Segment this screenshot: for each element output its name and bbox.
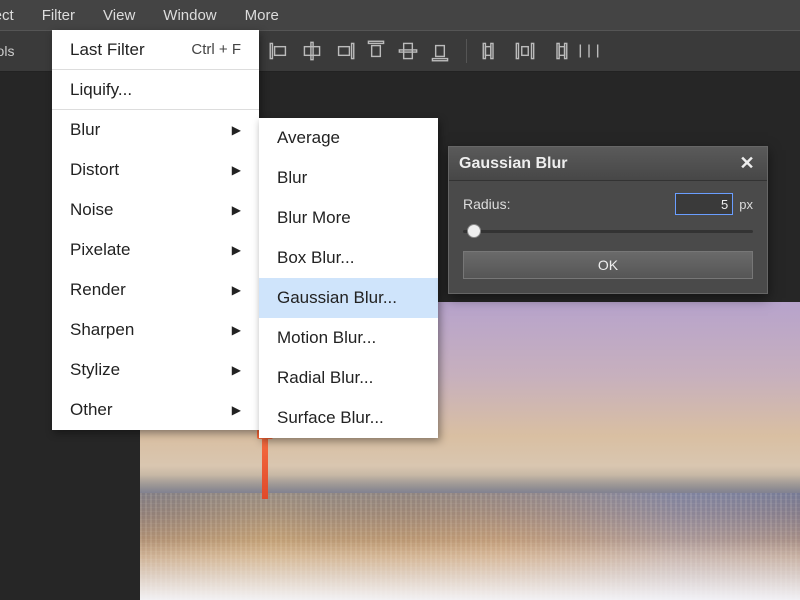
distribute-left-icon[interactable] bbox=[480, 38, 506, 64]
dialog-body: Radius: px OK bbox=[449, 181, 767, 293]
slider-thumb[interactable] bbox=[467, 224, 481, 238]
submenu-label: Blur More bbox=[277, 208, 351, 228]
align-center-h-icon[interactable] bbox=[299, 38, 325, 64]
menu-liquify[interactable]: Liquify... bbox=[52, 70, 259, 110]
menu-noise[interactable]: Noise ▶ bbox=[52, 190, 259, 230]
dialog-title: Gaussian Blur bbox=[459, 155, 567, 173]
menu-more[interactable]: More bbox=[231, 0, 293, 30]
menu-noise-label: Noise bbox=[70, 200, 113, 220]
toolbar-label: trols bbox=[0, 43, 34, 59]
menu-sharpen[interactable]: Sharpen ▶ bbox=[52, 310, 259, 350]
radius-input[interactable] bbox=[675, 193, 733, 215]
menu-other-label: Other bbox=[70, 400, 113, 420]
menu-pixelate[interactable]: Pixelate ▶ bbox=[52, 230, 259, 270]
menu-stylize-label: Stylize bbox=[70, 360, 120, 380]
submenu-blur[interactable]: Blur bbox=[259, 158, 438, 198]
menu-distort[interactable]: Distort ▶ bbox=[52, 150, 259, 190]
submenu-gaussian-blur[interactable]: Gaussian Blur... bbox=[259, 278, 438, 318]
chevron-right-icon: ▶ bbox=[232, 163, 241, 177]
submenu-label: Blur bbox=[277, 168, 307, 188]
menu-last-filter-shortcut: Ctrl + F bbox=[191, 41, 241, 58]
filter-menu: Last Filter Ctrl + F Liquify... Blur ▶ D… bbox=[52, 30, 259, 430]
submenu-radial-blur[interactable]: Radial Blur... bbox=[259, 358, 438, 398]
submenu-label: Box Blur... bbox=[277, 248, 354, 268]
chevron-right-icon: ▶ bbox=[232, 363, 241, 377]
radius-slider[interactable] bbox=[463, 221, 753, 241]
menu-filter[interactable]: Filter bbox=[28, 0, 89, 30]
chevron-right-icon: ▶ bbox=[232, 123, 241, 137]
menu-blur-label: Blur bbox=[70, 120, 100, 140]
submenu-motion-blur[interactable]: Motion Blur... bbox=[259, 318, 438, 358]
menu-stylize[interactable]: Stylize ▶ bbox=[52, 350, 259, 390]
menu-render[interactable]: Render ▶ bbox=[52, 270, 259, 310]
distribute-center-icon[interactable] bbox=[512, 38, 538, 64]
align-middle-v-icon[interactable] bbox=[395, 38, 421, 64]
ok-button[interactable]: OK bbox=[463, 251, 753, 279]
radius-unit: px bbox=[739, 197, 753, 212]
menu-other[interactable]: Other ▶ bbox=[52, 390, 259, 430]
photo-snow bbox=[140, 540, 800, 600]
submenu-label: Surface Blur... bbox=[277, 408, 384, 428]
chevron-right-icon: ▶ bbox=[232, 203, 241, 217]
align-bottom-icon[interactable] bbox=[427, 38, 453, 64]
submenu-label: Gaussian Blur... bbox=[277, 288, 397, 308]
blur-submenu: Average Blur Blur More Box Blur... Gauss… bbox=[259, 118, 438, 438]
toolbar-icons bbox=[264, 38, 605, 64]
menu-pixelate-label: Pixelate bbox=[70, 240, 130, 260]
menu-select[interactable]: elect bbox=[0, 0, 28, 30]
menu-last-filter[interactable]: Last Filter Ctrl + F bbox=[52, 30, 259, 70]
radius-field: Radius: px bbox=[463, 193, 753, 215]
menu-distort-label: Distort bbox=[70, 160, 119, 180]
submenu-box-blur[interactable]: Box Blur... bbox=[259, 238, 438, 278]
chevron-right-icon: ▶ bbox=[232, 283, 241, 297]
submenu-surface-blur[interactable]: Surface Blur... bbox=[259, 398, 438, 438]
slider-track bbox=[463, 230, 753, 233]
menubar: elect Filter View Window More bbox=[0, 0, 800, 30]
align-left-icon[interactable] bbox=[267, 38, 293, 64]
radius-label: Radius: bbox=[463, 196, 675, 212]
chevron-right-icon: ▶ bbox=[232, 243, 241, 257]
chevron-right-icon: ▶ bbox=[232, 323, 241, 337]
submenu-label: Average bbox=[277, 128, 340, 148]
gaussian-blur-dialog: Gaussian Blur ✕ Radius: px OK bbox=[448, 146, 768, 294]
submenu-average[interactable]: Average bbox=[259, 118, 438, 158]
menu-window[interactable]: Window bbox=[149, 0, 230, 30]
dialog-titlebar[interactable]: Gaussian Blur ✕ bbox=[449, 147, 767, 181]
toolbar-separator bbox=[466, 39, 467, 63]
align-right-icon[interactable] bbox=[331, 38, 357, 64]
close-icon[interactable]: ✕ bbox=[737, 154, 757, 174]
menu-render-label: Render bbox=[70, 280, 126, 300]
align-top-icon[interactable] bbox=[363, 38, 389, 64]
distribute-spacing-icon[interactable] bbox=[576, 38, 602, 64]
submenu-label: Radial Blur... bbox=[277, 368, 373, 388]
menu-sharpen-label: Sharpen bbox=[70, 320, 134, 340]
submenu-blur-more[interactable]: Blur More bbox=[259, 198, 438, 238]
menu-liquify-label: Liquify... bbox=[70, 80, 132, 100]
distribute-right-icon[interactable] bbox=[544, 38, 570, 64]
menu-blur[interactable]: Blur ▶ bbox=[52, 110, 259, 150]
submenu-label: Motion Blur... bbox=[277, 328, 376, 348]
menu-last-filter-label: Last Filter bbox=[70, 40, 145, 60]
chevron-right-icon: ▶ bbox=[232, 403, 241, 417]
menu-view[interactable]: View bbox=[89, 0, 149, 30]
